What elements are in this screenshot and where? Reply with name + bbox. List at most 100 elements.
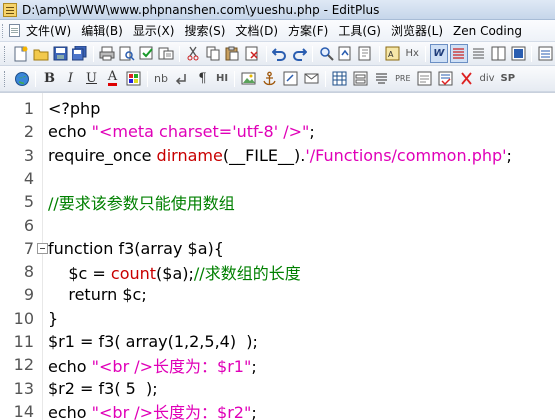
menu-document[interactable]: 文档(D) bbox=[232, 22, 285, 39]
print-preview-icon[interactable] bbox=[118, 44, 136, 63]
html-heading-button[interactable]: Hx bbox=[404, 44, 421, 63]
list-icon[interactable] bbox=[372, 69, 391, 88]
line-code: <?php bbox=[48, 99, 100, 118]
div-button[interactable]: div bbox=[478, 69, 497, 88]
fold-toggle-icon[interactable] bbox=[37, 242, 48, 254]
print-icon[interactable] bbox=[98, 44, 116, 63]
line-code: function f3(array $a){ bbox=[48, 239, 224, 258]
browser-globe-icon[interactable] bbox=[12, 69, 31, 88]
menu-search[interactable]: 搜索(S) bbox=[181, 22, 232, 39]
standard-toolbar: A Hx W bbox=[0, 42, 555, 66]
undo-icon[interactable] bbox=[271, 44, 289, 63]
menu-edit[interactable]: 编辑(B) bbox=[78, 22, 130, 39]
line-number: 7 bbox=[23, 238, 34, 258]
copy-icon[interactable] bbox=[204, 44, 222, 63]
anchor-icon[interactable] bbox=[260, 69, 279, 88]
line-code: $c = count($a);//求数组的长度 bbox=[48, 260, 300, 284]
form-icon[interactable] bbox=[351, 69, 370, 88]
comment-icon[interactable] bbox=[415, 69, 434, 88]
column-select-icon[interactable] bbox=[490, 44, 508, 63]
menu-grip bbox=[2, 23, 5, 38]
font-color-label: A bbox=[107, 69, 118, 86]
code-line[interactable]: 11 $r1 = f3( array(1,2,5,4) ); bbox=[0, 330, 258, 353]
code-line[interactable]: 14 echo "<br />长度为：$r2"; bbox=[0, 400, 257, 420]
horizontal-rule-button[interactable]: HI bbox=[214, 69, 230, 88]
save-icon[interactable] bbox=[52, 44, 70, 63]
nbsp-label: nb bbox=[154, 72, 168, 85]
div-label: div bbox=[479, 73, 495, 84]
nbsp-button[interactable]: nb bbox=[152, 69, 170, 88]
image-icon[interactable] bbox=[239, 69, 258, 88]
code-line[interactable]: 6 bbox=[0, 214, 48, 237]
find-icon[interactable] bbox=[317, 44, 335, 63]
line-number: 14 bbox=[13, 401, 34, 420]
link-icon[interactable] bbox=[281, 69, 300, 88]
line-number: 6 bbox=[23, 215, 34, 235]
ruler-icon[interactable] bbox=[470, 44, 488, 63]
replace-icon[interactable] bbox=[337, 44, 355, 63]
bold-button[interactable]: B bbox=[40, 69, 59, 88]
style-icon[interactable] bbox=[457, 69, 476, 88]
script-icon[interactable] bbox=[436, 69, 455, 88]
menu-browser[interactable]: 浏览器(L) bbox=[388, 22, 450, 39]
code-token: ; bbox=[251, 356, 257, 376]
line-number: 3 bbox=[23, 145, 34, 165]
code-line[interactable]: 10} bbox=[0, 307, 59, 330]
underline-button[interactable]: U bbox=[82, 69, 101, 88]
pre-button[interactable]: PRE bbox=[393, 69, 412, 88]
code-line[interactable]: 4 bbox=[0, 167, 48, 190]
hex-viewer-icon[interactable]: A bbox=[384, 44, 402, 63]
spell-check-icon[interactable] bbox=[138, 44, 156, 63]
menu-tools[interactable]: 工具(G) bbox=[335, 22, 388, 39]
line-break-icon[interactable] bbox=[172, 69, 191, 88]
line-number: 9 bbox=[23, 285, 34, 305]
menu-file[interactable]: 文件(W) bbox=[23, 22, 78, 39]
preferences-icon[interactable] bbox=[536, 44, 554, 63]
table-icon[interactable] bbox=[330, 69, 349, 88]
toolbar-separator bbox=[312, 45, 314, 62]
italic-button[interactable]: I bbox=[61, 69, 80, 88]
window-title: D:\amp\WWW\www.phpnanshen.com\yueshu.php… bbox=[22, 2, 380, 17]
email-link-icon[interactable] bbox=[302, 69, 321, 88]
cut-icon[interactable] bbox=[184, 44, 202, 63]
code-line[interactable]: 5 //要求该参数只能使用数组 bbox=[0, 190, 235, 213]
toolbar-separator bbox=[531, 45, 533, 62]
code-line[interactable]: 13 $r2 = f3( 5 ); bbox=[0, 377, 158, 400]
code-token: echo bbox=[48, 122, 92, 142]
code-token: return $c; bbox=[48, 285, 147, 305]
toggle-bookmark-icon[interactable] bbox=[357, 44, 375, 63]
color-picker-icon[interactable] bbox=[124, 69, 143, 88]
pre-label: PRE bbox=[395, 74, 411, 83]
code-line[interactable]: 8 $c = count($a);//求数组的长度 bbox=[0, 260, 301, 283]
code-line[interactable]: 2 echo "<meta charset='utf-8' />"; bbox=[0, 120, 315, 143]
redo-icon[interactable] bbox=[290, 44, 308, 63]
code-token: ; bbox=[506, 145, 512, 165]
paste-icon[interactable] bbox=[224, 44, 242, 63]
save-all-icon[interactable] bbox=[71, 44, 89, 63]
menu-view[interactable]: 显示(X) bbox=[130, 22, 182, 39]
open-folder-icon[interactable] bbox=[32, 44, 50, 63]
code-token: echo bbox=[48, 356, 92, 376]
code-line[interactable]: 1 <?php bbox=[0, 97, 101, 120]
line-number-button[interactable] bbox=[449, 44, 468, 63]
new-file-icon[interactable] bbox=[12, 44, 30, 63]
line-number: 12 bbox=[13, 355, 34, 375]
span-button[interactable]: SP bbox=[499, 69, 518, 88]
line-code: $r1 = f3( array(1,2,5,4) ); bbox=[48, 332, 258, 351]
code-line[interactable]: 7 function f3(array $a){ bbox=[0, 237, 224, 260]
find-in-files-icon[interactable] bbox=[158, 44, 176, 63]
code-line[interactable]: 9 return $c; bbox=[0, 283, 147, 306]
code-line[interactable]: 12 echo "<br />长度为：$r1"; bbox=[0, 353, 257, 376]
code-token: <?php bbox=[48, 99, 101, 118]
paragraph-button[interactable]: ¶ bbox=[193, 69, 212, 88]
fullscreen-icon[interactable] bbox=[509, 44, 527, 63]
code-editor[interactable]: 1 <?php 2 echo "<meta charset='utf-8' />"; 3… bbox=[0, 92, 555, 420]
delete-icon[interactable] bbox=[244, 44, 262, 63]
word-wrap-button[interactable]: W bbox=[429, 44, 448, 63]
code-token: dirname bbox=[156, 145, 223, 165]
font-color-button[interactable]: A bbox=[103, 69, 122, 88]
menu-zen-coding[interactable]: Zen Coding bbox=[450, 24, 529, 38]
code-line[interactable]: 3 require_once dirname(__FILE__).'/Functi… bbox=[0, 144, 512, 167]
menu-project[interactable]: 方案(F) bbox=[285, 22, 335, 39]
code-token: echo bbox=[48, 403, 92, 420]
